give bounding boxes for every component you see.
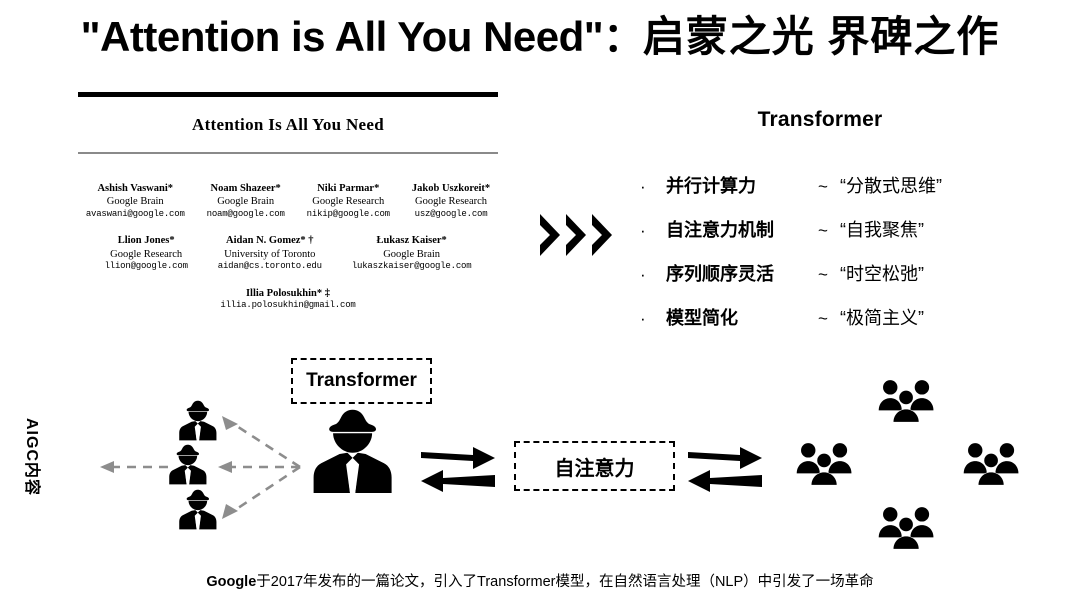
author-affiliation: Google Research xyxy=(415,196,488,208)
list-item: · 自注意力机制 ~ “自我聚焦” xyxy=(640,216,1060,260)
chevron-right-icon xyxy=(540,214,560,256)
bullet-value: “自我聚焦” xyxy=(840,220,924,240)
page-title-colon: ： xyxy=(603,16,643,60)
agent-icon xyxy=(179,400,217,441)
paper-panel: Attention Is All You Need Ashish Vaswani… xyxy=(78,92,498,312)
slide-root: "Attention is All You Need"：启蒙之光 界碑之作 At… xyxy=(0,0,1080,608)
author-affiliation: Google Research xyxy=(312,196,385,208)
bidirectional-arrow-icon xyxy=(421,447,495,492)
author-entry: Noam Shazeer* Google Brain noam@google.c… xyxy=(207,182,285,220)
bullet-key: 模型简化 xyxy=(666,308,738,328)
author-name: Łukasz Kaiser* xyxy=(376,235,447,247)
chevrons-separator xyxy=(538,212,614,258)
aigc-vertical-label: AIGC内容 xyxy=(23,418,40,497)
feature-bullet-list: · 并行计算力 ~ “分散式思维” · 自注意力机制 ~ “自我聚焦” · 序列… xyxy=(640,172,1060,348)
dashed-arrow-heads xyxy=(100,416,238,519)
author-entry: Illia Polosukhin* ‡ illia.polosukhin@gma… xyxy=(220,287,355,312)
author-name: Aidan N. Gomez* † xyxy=(226,235,314,247)
page-title-chinese: 启蒙之光 界碑之作 xyxy=(642,13,1000,60)
bullet-key: 自注意力机制 xyxy=(666,220,774,240)
bullet-dot-icon: · xyxy=(640,309,646,328)
author-entry: Łukasz Kaiser* Google Brain lukaszkaiser… xyxy=(352,234,472,272)
bullet-tilde: ~ xyxy=(818,309,828,328)
author-email: avaswani@google.com xyxy=(85,208,185,219)
bullet-tilde: ~ xyxy=(818,221,828,240)
author-entry: Niki Parmar* Google Research nikip@googl… xyxy=(307,182,390,220)
author-email: aidan@cs.toronto.edu xyxy=(217,261,322,272)
chevron-right-icon xyxy=(566,214,586,256)
author-email: lukaszkaiser@google.com xyxy=(351,261,472,272)
chevron-right-icon xyxy=(592,214,612,256)
author-name: Jakob Uszkoreit* xyxy=(411,183,491,194)
author-entry: Jakob Uszkoreit* Google Research usz@goo… xyxy=(412,182,490,220)
bullet-dot-icon: · xyxy=(640,221,646,240)
author-affiliation: Google Brain xyxy=(106,196,164,208)
author-name: Noam Shazeer* xyxy=(210,183,281,194)
author-email: illia.polosukhin@gmail.com xyxy=(220,300,356,311)
list-item: · 序列顺序灵活 ~ “时空松弛” xyxy=(640,260,1060,304)
author-email: noam@google.com xyxy=(206,208,285,219)
author-name: Illia Polosukhin* ‡ xyxy=(245,287,330,299)
author-affiliation: University of Toronto xyxy=(224,248,316,260)
caption-bold-prefix: Google xyxy=(206,574,257,590)
author-row: Llion Jones* Google Research llion@googl… xyxy=(78,234,498,272)
author-entry: Ashish Vaswani* Google Brain avaswani@go… xyxy=(86,182,185,220)
agent-icon-large xyxy=(313,409,392,493)
author-row: Ashish Vaswani* Google Brain avaswani@go… xyxy=(78,182,498,220)
self-attention-label-box: 自注意力 xyxy=(514,441,675,491)
author-block: Ashish Vaswani* Google Brain avaswani@go… xyxy=(78,182,498,312)
author-email: usz@google.com xyxy=(414,208,488,219)
agent-icon xyxy=(169,444,207,485)
bullet-value: “时空松弛” xyxy=(840,264,924,284)
bullet-tilde: ~ xyxy=(818,177,828,196)
people-group-icon xyxy=(878,380,934,423)
paper-title: Attention Is All You Need xyxy=(192,115,384,134)
author-name: Niki Parmar* xyxy=(317,183,380,194)
caption-rest: 于2017年发布的一篇论文，引入了Transformer模型，在自然语言处理（N… xyxy=(256,574,874,590)
paper-rule-bottom xyxy=(78,152,498,154)
bullet-key: 并行计算力 xyxy=(666,176,756,196)
author-email: nikip@google.com xyxy=(306,208,390,219)
paper-rule-top xyxy=(78,92,498,97)
author-affiliation: Google Research xyxy=(110,248,183,260)
dashed-arrow-group xyxy=(110,421,301,514)
author-name: Ashish Vaswani* xyxy=(97,183,174,194)
people-group-icon xyxy=(878,507,934,550)
page-title-english: "Attention is All You Need" xyxy=(80,13,604,60)
right-panel-heading: Transformer xyxy=(757,108,883,131)
author-entry: Aidan N. Gomez* † University of Toronto … xyxy=(218,234,322,272)
page-title: "Attention is All You Need"：启蒙之光 界碑之作 xyxy=(0,6,1080,69)
bullet-key: 序列顺序灵活 xyxy=(666,264,774,284)
list-item: · 并行计算力 ~ “分散式思维” xyxy=(640,172,1060,216)
bullet-dot-icon: · xyxy=(640,265,646,284)
people-group-icon xyxy=(963,443,1019,486)
bullet-dot-icon: · xyxy=(640,177,646,196)
bidirectional-arrow-icon xyxy=(688,447,762,492)
footer-caption: Google于2017年发布的一篇论文，引入了Transformer模型，在自然… xyxy=(0,570,1080,591)
author-email: llion@google.com xyxy=(104,261,188,272)
bullet-value: “极简主义” xyxy=(840,308,924,328)
author-name: Llion Jones* xyxy=(117,235,175,247)
bullet-tilde: ~ xyxy=(818,265,828,284)
agent-icon xyxy=(179,489,217,530)
transformer-label-box: Transformer xyxy=(291,358,432,404)
people-group-icon xyxy=(796,443,852,486)
author-affiliation: Google Brain xyxy=(383,248,441,260)
author-entry: Llion Jones* Google Research llion@googl… xyxy=(105,234,188,272)
author-affiliation: Google Brain xyxy=(217,196,275,208)
author-row: Illia Polosukhin* ‡ illia.polosukhin@gma… xyxy=(78,287,498,312)
list-item: · 模型简化 ~ “极简主义” xyxy=(640,304,1060,348)
bullet-value: “分散式思维” xyxy=(840,176,942,196)
